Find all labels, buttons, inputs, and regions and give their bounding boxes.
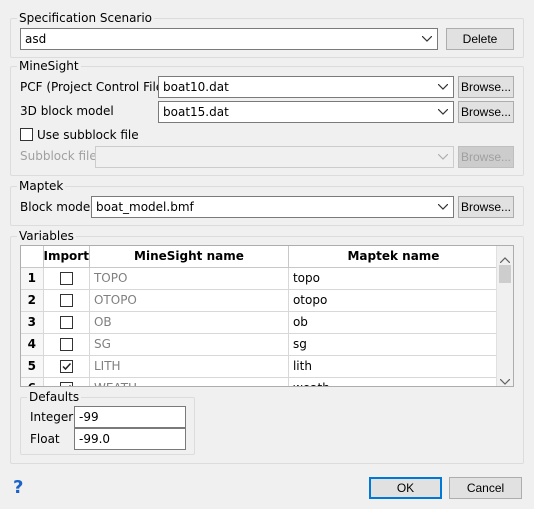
checkmark-icon (62, 362, 71, 371)
chevron-down-icon (437, 147, 449, 167)
pcf-value: boat10.dat (163, 80, 229, 94)
row-number: 3 (21, 311, 44, 334)
minesight-name-cell: TOPO (89, 267, 289, 290)
block-model-value: boat15.dat (163, 105, 229, 119)
maptek-name-cell[interactable]: otopo (288, 289, 499, 312)
integer-label: Integer (30, 410, 74, 424)
table-row[interactable]: 1 TOPO topo (21, 267, 499, 290)
chevron-down-icon[interactable] (437, 102, 449, 122)
chevron-down-icon[interactable] (421, 29, 433, 49)
chevron-down-icon[interactable] (437, 197, 449, 217)
minesight-name-cell: OTOPO (89, 289, 289, 312)
minesight-name-cell: OB (89, 311, 289, 334)
pcf-combo[interactable]: boat10.dat (158, 76, 454, 98)
help-icon[interactable]: ? (13, 478, 23, 498)
checkmark-icon (68, 384, 71, 386)
minesight-group-title: MineSight (17, 58, 81, 74)
use-subblock-checkbox[interactable] (20, 128, 33, 141)
header-import[interactable]: Import (43, 246, 90, 268)
maptek-name-cell[interactable]: weath (288, 377, 499, 386)
import-cell (43, 333, 90, 356)
table-row[interactable]: 2 OTOPO otopo (21, 289, 499, 312)
minesight-name-cell: SG (89, 333, 289, 356)
float-field[interactable]: -99.0 (74, 428, 186, 450)
import-cell (43, 289, 90, 312)
pcf-browse-button[interactable]: Browse... (458, 76, 514, 98)
import-checkbox[interactable] (59, 382, 73, 386)
header-maptek-name[interactable]: Maptek name (288, 246, 499, 268)
minesight-name-cell: WEATH (89, 377, 289, 386)
import-checkbox[interactable] (59, 316, 73, 329)
table-row[interactable]: 4 SG sg (21, 333, 499, 356)
import-cell (43, 355, 90, 378)
scrollbar-thumb[interactable] (499, 265, 511, 283)
subblock-browse-button: Browse... (458, 146, 514, 168)
float-value: -99.0 (79, 432, 111, 446)
table-row[interactable]: 5 LITH lith (21, 355, 499, 378)
defaults-group-title: Defaults (27, 389, 82, 405)
variables-table: Import MineSight name Maptek name 1 TOPO t… (21, 246, 499, 386)
integer-value: -99 (79, 410, 99, 424)
cancel-button[interactable]: Cancel (449, 477, 522, 499)
chevron-down-icon[interactable] (437, 77, 449, 97)
block-model-label: 3D block model (20, 104, 114, 118)
row-number: 5 (21, 355, 44, 378)
scenario-value: asd (25, 32, 47, 46)
row-number: 6 (21, 377, 44, 386)
maptek-name-cell[interactable]: lith (288, 355, 499, 378)
scroll-up-icon[interactable] (499, 252, 511, 264)
scenario-group-title: Specification Scenario (17, 10, 155, 26)
maptek-name-cell[interactable]: ob (288, 311, 499, 334)
variables-group-title: Variables (17, 228, 76, 244)
integer-field[interactable]: -99 (74, 406, 186, 428)
maptek-block-value: boat_model.bmf (96, 200, 194, 214)
import-checkbox[interactable] (59, 294, 73, 307)
import-cell (43, 267, 90, 290)
import-checkbox[interactable] (59, 272, 73, 285)
table-row[interactable]: 3 OB ob (21, 311, 499, 334)
maptek-name-cell[interactable]: sg (288, 333, 499, 356)
maptek-block-combo[interactable]: boat_model.bmf (91, 196, 454, 218)
import-cell (43, 311, 90, 334)
header-rownum (21, 246, 44, 268)
scenario-combo[interactable]: asd (20, 28, 438, 50)
delete-button[interactable]: Delete (446, 28, 514, 50)
table-scrollbar[interactable] (496, 246, 513, 386)
block-model-combo[interactable]: boat15.dat (158, 101, 454, 123)
table-header-row: Import MineSight name Maptek name (21, 246, 499, 268)
float-label: Float (30, 432, 60, 446)
variables-table-container: Import MineSight name Maptek name 1 TOPO t… (20, 245, 514, 387)
row-number: 1 (21, 267, 44, 290)
header-minesight-name[interactable]: MineSight name (89, 246, 289, 268)
ok-button[interactable]: OK (369, 477, 442, 499)
maptek-name-cell[interactable]: topo (288, 267, 499, 290)
import-checkbox[interactable] (59, 360, 73, 373)
import-checkbox[interactable] (59, 338, 73, 351)
use-subblock-label: Use subblock file (37, 128, 139, 142)
minesight-name-cell: LITH (89, 355, 289, 378)
row-number: 4 (21, 333, 44, 356)
table-row[interactable]: 6 WEATHweath (21, 377, 499, 386)
subblock-file-label: Subblock file (20, 149, 97, 163)
maptek-block-label: Block model (20, 200, 94, 214)
import-cell (43, 377, 90, 386)
block-model-browse-button[interactable]: Browse... (458, 101, 514, 123)
subblock-file-combo[interactable] (95, 146, 454, 168)
scroll-down-icon[interactable] (499, 374, 511, 385)
maptek-browse-button[interactable]: Browse... (458, 196, 514, 218)
pcf-label: PCF (Project Control File) (20, 80, 168, 94)
maptek-group-title: Maptek (17, 178, 66, 194)
row-number: 2 (21, 289, 44, 312)
